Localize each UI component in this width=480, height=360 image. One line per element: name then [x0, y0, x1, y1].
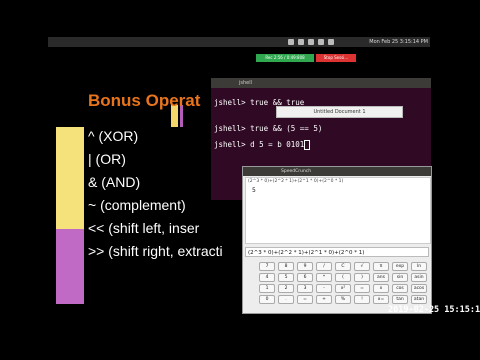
calc-key[interactable]: 1 [259, 284, 275, 293]
bullet-list: ^ (XOR) | (OR) & (AND) ~ (complement) <<… [88, 125, 223, 263]
slide-title: Bonus Operat [88, 91, 201, 110]
terminal-line: jshell> true && (5 == 5) [214, 124, 323, 133]
calc-key[interactable]: / [316, 262, 332, 271]
calculator-history: (2^3 * 0)+(2^2 * 1)+(2^1 * 0)+(2^0 * 1) … [245, 177, 431, 244]
bullet-item: ~ (complement) [88, 197, 186, 213]
mail-icon[interactable] [298, 39, 304, 45]
calculator-input[interactable]: (2^3 * 0)+(2^2 * 1)+(2^1 * 0)+(2^0 * 1) [245, 247, 429, 257]
calc-key[interactable]: cos [392, 284, 408, 293]
network-icon[interactable] [288, 39, 294, 45]
calc-key[interactable]: ( [335, 273, 351, 282]
bullet-item: & (AND) [88, 174, 141, 190]
calc-key[interactable]: asin [411, 273, 427, 282]
calc-key[interactable]: 8 [278, 262, 294, 271]
stop-session-button[interactable]: Stop Sessi... [316, 54, 356, 62]
calc-key[interactable]: 9 [297, 262, 313, 271]
calc-key[interactable]: ln [411, 262, 427, 271]
calc-key[interactable]: 0 [259, 295, 275, 304]
calc-key[interactable]: x= [373, 295, 389, 304]
calc-key[interactable]: + [316, 295, 332, 304]
calc-key[interactable]: 4 [259, 273, 275, 282]
calc-key[interactable]: 6 [297, 273, 313, 282]
bullet-item: >> (shift right, extracti [88, 243, 223, 259]
calc-key[interactable]: ans [373, 273, 389, 282]
document-tab[interactable]: Untitled Document 1 [276, 106, 403, 118]
calc-key[interactable]: exp [392, 262, 408, 271]
calc-key[interactable]: x² [335, 284, 351, 293]
terminal-titlebar[interactable]: jshell [211, 78, 431, 88]
bluetooth-icon[interactable] [308, 39, 314, 45]
keyboard-icon[interactable] [328, 39, 334, 45]
calc-key[interactable]: tan [392, 295, 408, 304]
top-panel: Mon Feb 25 3:15:14 PM [48, 37, 430, 47]
calc-key[interactable]: sin [392, 273, 408, 282]
terminal-line: jshell> d 5 = b 0101 [214, 140, 311, 150]
bullet-item: ^ (XOR) [88, 128, 139, 144]
bullet-item: | (OR) [88, 151, 126, 167]
calc-key[interactable]: π [373, 262, 389, 271]
calc-key[interactable]: atan [411, 295, 427, 304]
calc-key[interactable]: ) [354, 273, 370, 282]
calculator-keypad: 7 8 9/C √ π exp ln 4 5 6 *() ans sin asin 1 2 3- x² = x cos a… [259, 262, 427, 304]
volume-icon[interactable] [318, 39, 324, 45]
history-result: 5 [252, 187, 256, 194]
bullet-item: << (shift left, inser [88, 220, 200, 236]
calculator-title: SpeedCrunch [281, 169, 312, 174]
calc-key[interactable]: x [373, 284, 389, 293]
recording-status-button[interactable]: Rec 2:56 / 0:49:808 [256, 54, 314, 62]
calc-key[interactable]: √ [354, 262, 370, 271]
calc-key[interactable]: . [278, 295, 294, 304]
calc-key[interactable]: * [316, 273, 332, 282]
history-expression: (2^3 * 0)+(2^2 * 1)+(2^1 * 0)+(2^0 * 1) [248, 179, 344, 184]
calculator-window[interactable]: SpeedCrunch (2^3 * 0)+(2^2 * 1)+(2^1 * 0… [242, 166, 432, 314]
panel-clock[interactable]: Mon Feb 25 3:15:14 PM [369, 37, 428, 47]
text-cursor [304, 140, 311, 150]
terminal-title: jshell [239, 80, 253, 86]
calc-key[interactable]: ! [354, 295, 370, 304]
purple-accent-bar [56, 229, 84, 304]
calc-key[interactable]: 7 [259, 262, 275, 271]
video-timestamp: 2019-02-25 15:15:14 [388, 305, 480, 315]
calculator-titlebar[interactable]: SpeedCrunch [243, 167, 431, 176]
calc-key[interactable]: 3 [297, 284, 313, 293]
calc-key[interactable]: = [354, 284, 370, 293]
terminal-input[interactable]: jshell> d 5 = b 0101 [214, 140, 304, 149]
calc-key[interactable]: = [297, 295, 313, 304]
calc-key[interactable]: acos [411, 284, 427, 293]
calc-key[interactable]: C [335, 262, 351, 271]
calc-key[interactable]: % [335, 295, 351, 304]
calc-key[interactable]: - [316, 284, 332, 293]
calc-key[interactable]: 5 [278, 273, 294, 282]
calc-key[interactable]: 2 [278, 284, 294, 293]
